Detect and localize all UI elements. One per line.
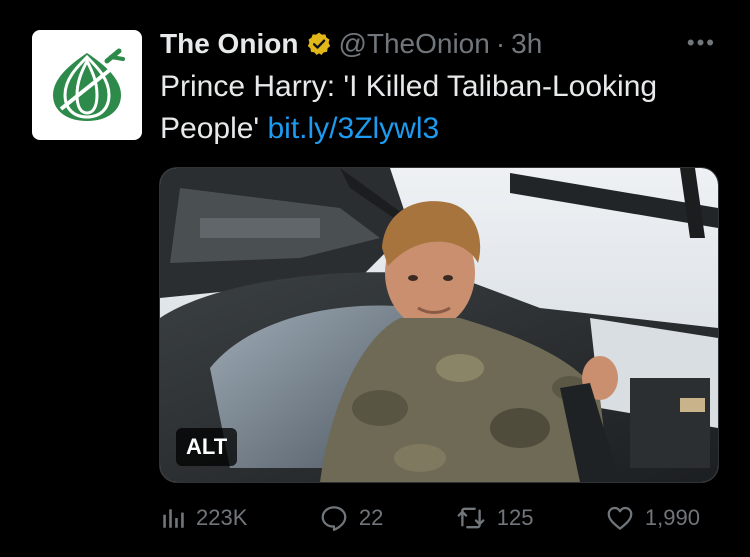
tweet-link[interactable]: bit.ly/3Zlywl3 xyxy=(267,112,439,145)
author-name[interactable]: The Onion xyxy=(160,28,298,60)
tweet-media-image[interactable]: ALT xyxy=(159,167,719,483)
views-button[interactable]: 223K xyxy=(160,505,247,531)
tweet-actions-bar: 223K 22 125 1,990 xyxy=(160,500,700,536)
avatar[interactable] xyxy=(32,30,142,140)
author-handle[interactable]: @TheOnion xyxy=(338,28,489,60)
verified-badge-icon[interactable] xyxy=(306,31,332,57)
like-count: 1,990 xyxy=(644,505,700,530)
helicopter-pilot-photo xyxy=(160,168,718,482)
tweet-header: The Onion @TheOnion · 3h xyxy=(160,26,542,62)
retweet-count: 125 xyxy=(496,505,534,530)
alt-text-badge[interactable]: ALT xyxy=(176,428,238,466)
separator-dot: · xyxy=(495,28,506,59)
tweet-text: Prince Harry: 'I Killed Taliban-Looking … xyxy=(160,66,720,150)
onion-logo-icon xyxy=(53,48,125,121)
retweet-icon xyxy=(457,507,485,529)
tweet-time[interactable]: 3h xyxy=(511,28,542,60)
reply-icon xyxy=(321,506,347,531)
retweet-button[interactable]: 125 xyxy=(455,503,534,533)
heart-icon xyxy=(607,506,633,530)
reply-count: 22 xyxy=(358,505,384,530)
reply-button[interactable]: 22 xyxy=(319,503,383,533)
bar-chart-icon xyxy=(163,509,184,528)
views-count: 223K xyxy=(196,505,248,530)
more-options-button[interactable]: ••• xyxy=(687,30,716,56)
like-button[interactable]: 1,990 xyxy=(605,503,700,533)
